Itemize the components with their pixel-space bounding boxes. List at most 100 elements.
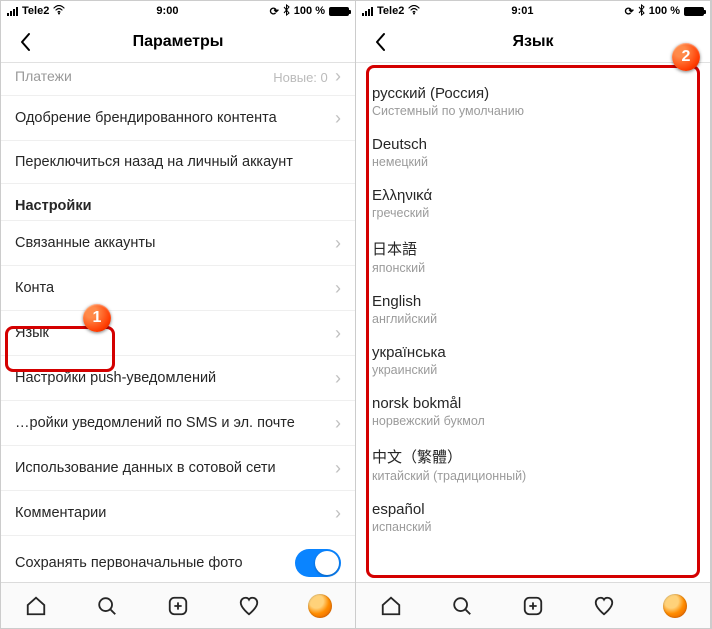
clock-label: 9:00 (156, 5, 178, 17)
rotation-lock-icon: ⟳ (625, 5, 634, 18)
page-title: Параметры (133, 33, 224, 51)
language-sub: греческий (372, 206, 694, 220)
row-label: …ройки уведомлений по SMS и эл. почте (15, 415, 295, 431)
language-native: 日本語 (372, 238, 694, 259)
language-native: русский (Россия) (372, 85, 694, 102)
language-sub: испанский (372, 520, 694, 534)
row-label: Использование данных в сотовой сети (15, 460, 276, 476)
phone-right: Tele2 9:01 ⟳ 100 % Язык русский (Россия)… (356, 1, 711, 628)
language-native: español (372, 501, 694, 518)
back-button[interactable] (362, 21, 400, 62)
row-cellular-data[interactable]: Использование данных в сотовой сети › (1, 446, 355, 491)
row-label: Конта (15, 280, 54, 296)
language-option[interactable]: українська украинский (356, 336, 710, 387)
language-option[interactable]: español испанский (356, 493, 710, 544)
language-native: Ελληνικά (372, 187, 694, 204)
chevron-right-icon: › (335, 504, 341, 522)
clock-label: 9:01 (511, 5, 533, 17)
tab-search[interactable] (440, 584, 484, 628)
tab-home[interactable] (369, 584, 413, 628)
row-linked-accounts[interactable]: Связанные аккаунты › (1, 221, 355, 266)
battery-icon (329, 7, 349, 16)
row-contacts[interactable]: Конта › (1, 266, 355, 311)
row-switch-back[interactable]: Переключиться назад на личный аккаунт (1, 141, 355, 184)
carrier-label: Tele2 (22, 5, 49, 17)
language-option[interactable]: English английский (356, 285, 710, 336)
battery-percent: 100 % (649, 5, 680, 17)
tab-bar (356, 582, 710, 628)
tab-create[interactable] (156, 584, 200, 628)
row-push-notifications[interactable]: Настройки push-уведомлений › (1, 356, 355, 401)
bluetooth-icon (283, 4, 290, 19)
row-label: Платежи (15, 68, 72, 84)
bluetooth-icon (638, 4, 645, 19)
tab-search[interactable] (85, 584, 129, 628)
tab-activity[interactable] (582, 584, 626, 628)
row-sms-email[interactable]: …ройки уведомлений по SMS и эл. почте › (1, 401, 355, 446)
language-list: русский (Россия) Системный по умолчанию … (356, 63, 710, 582)
row-label: Переключиться назад на личный аккаунт (15, 154, 293, 170)
row-save-original-photos[interactable]: Сохранять первоначальные фото (1, 536, 355, 582)
row-meta: Новые: 0 (273, 70, 328, 85)
language-sub: немецкий (372, 155, 694, 169)
language-sub: украинский (372, 363, 694, 377)
language-option[interactable]: 中文（繁體） китайский (традиционный) (356, 438, 710, 493)
language-sub: китайский (традиционный) (372, 469, 694, 483)
chevron-right-icon: › (335, 369, 341, 387)
tab-profile[interactable] (298, 584, 342, 628)
row-comments[interactable]: Комментарии › (1, 491, 355, 536)
language-sub: английский (372, 312, 694, 326)
row-payments[interactable]: Платежи Новые: 0 › (1, 63, 355, 96)
nav-header: Язык (356, 21, 710, 63)
carrier-label: Tele2 (377, 5, 404, 17)
language-option[interactable]: Ελληνικά греческий (356, 179, 710, 230)
language-option[interactable]: 日本語 японский (356, 230, 710, 285)
signal-icon (362, 7, 373, 16)
row-label: Комментарии (15, 505, 106, 521)
language-option[interactable]: русский (Россия) Системный по умолчанию (356, 77, 710, 128)
wifi-icon (53, 5, 65, 18)
avatar-icon (308, 594, 332, 618)
language-option[interactable]: Deutsch немецкий (356, 128, 710, 179)
tab-home[interactable] (14, 584, 58, 628)
row-language[interactable]: Язык › (1, 311, 355, 356)
status-bar: Tele2 9:01 ⟳ 100 % (356, 1, 710, 21)
back-button[interactable] (7, 21, 45, 62)
status-bar: Tele2 9:00 ⟳ 100 % (1, 1, 355, 21)
toggle-save-photos[interactable] (295, 549, 341, 577)
language-native: 中文（繁體） (372, 446, 694, 467)
chevron-right-icon: › (335, 459, 341, 477)
language-native: Deutsch (372, 136, 694, 153)
row-label: Настройки push-уведомлений (15, 370, 216, 386)
phone-left: Tele2 9:00 ⟳ 100 % Параметры Платежи Нов… (1, 1, 356, 628)
battery-percent: 100 % (294, 5, 325, 17)
language-native: українська (372, 344, 694, 361)
row-label: Связанные аккаунты (15, 235, 155, 251)
tab-activity[interactable] (227, 584, 271, 628)
tab-bar (1, 582, 355, 628)
chevron-right-icon: › (335, 234, 341, 252)
row-label: Сохранять первоначальные фото (15, 555, 243, 571)
page-title: Язык (512, 33, 553, 51)
language-sub: японский (372, 261, 694, 275)
chevron-right-icon: › (335, 414, 341, 432)
row-label: Одобрение брендированного контента (15, 110, 277, 126)
signal-icon (7, 7, 18, 16)
avatar-icon (663, 594, 687, 618)
language-native: norsk bokmål (372, 395, 694, 412)
rotation-lock-icon: ⟳ (270, 5, 279, 18)
row-branded-content[interactable]: Одобрение брендированного контента › (1, 96, 355, 141)
chevron-right-icon: › (335, 324, 341, 342)
wifi-icon (408, 5, 420, 18)
chevron-right-icon: › (335, 279, 341, 297)
nav-header: Параметры (1, 21, 355, 63)
settings-list: Платежи Новые: 0 › Одобрение брендирован… (1, 63, 355, 582)
row-label: Язык (15, 325, 49, 341)
language-option[interactable]: norsk bokmål норвежский букмол (356, 387, 710, 438)
language-sub: норвежский букмол (372, 414, 694, 428)
language-sub: Системный по умолчанию (372, 104, 694, 118)
section-settings: Настройки (1, 184, 355, 221)
tab-create[interactable] (511, 584, 555, 628)
tab-profile[interactable] (653, 584, 697, 628)
language-native: English (372, 293, 694, 310)
